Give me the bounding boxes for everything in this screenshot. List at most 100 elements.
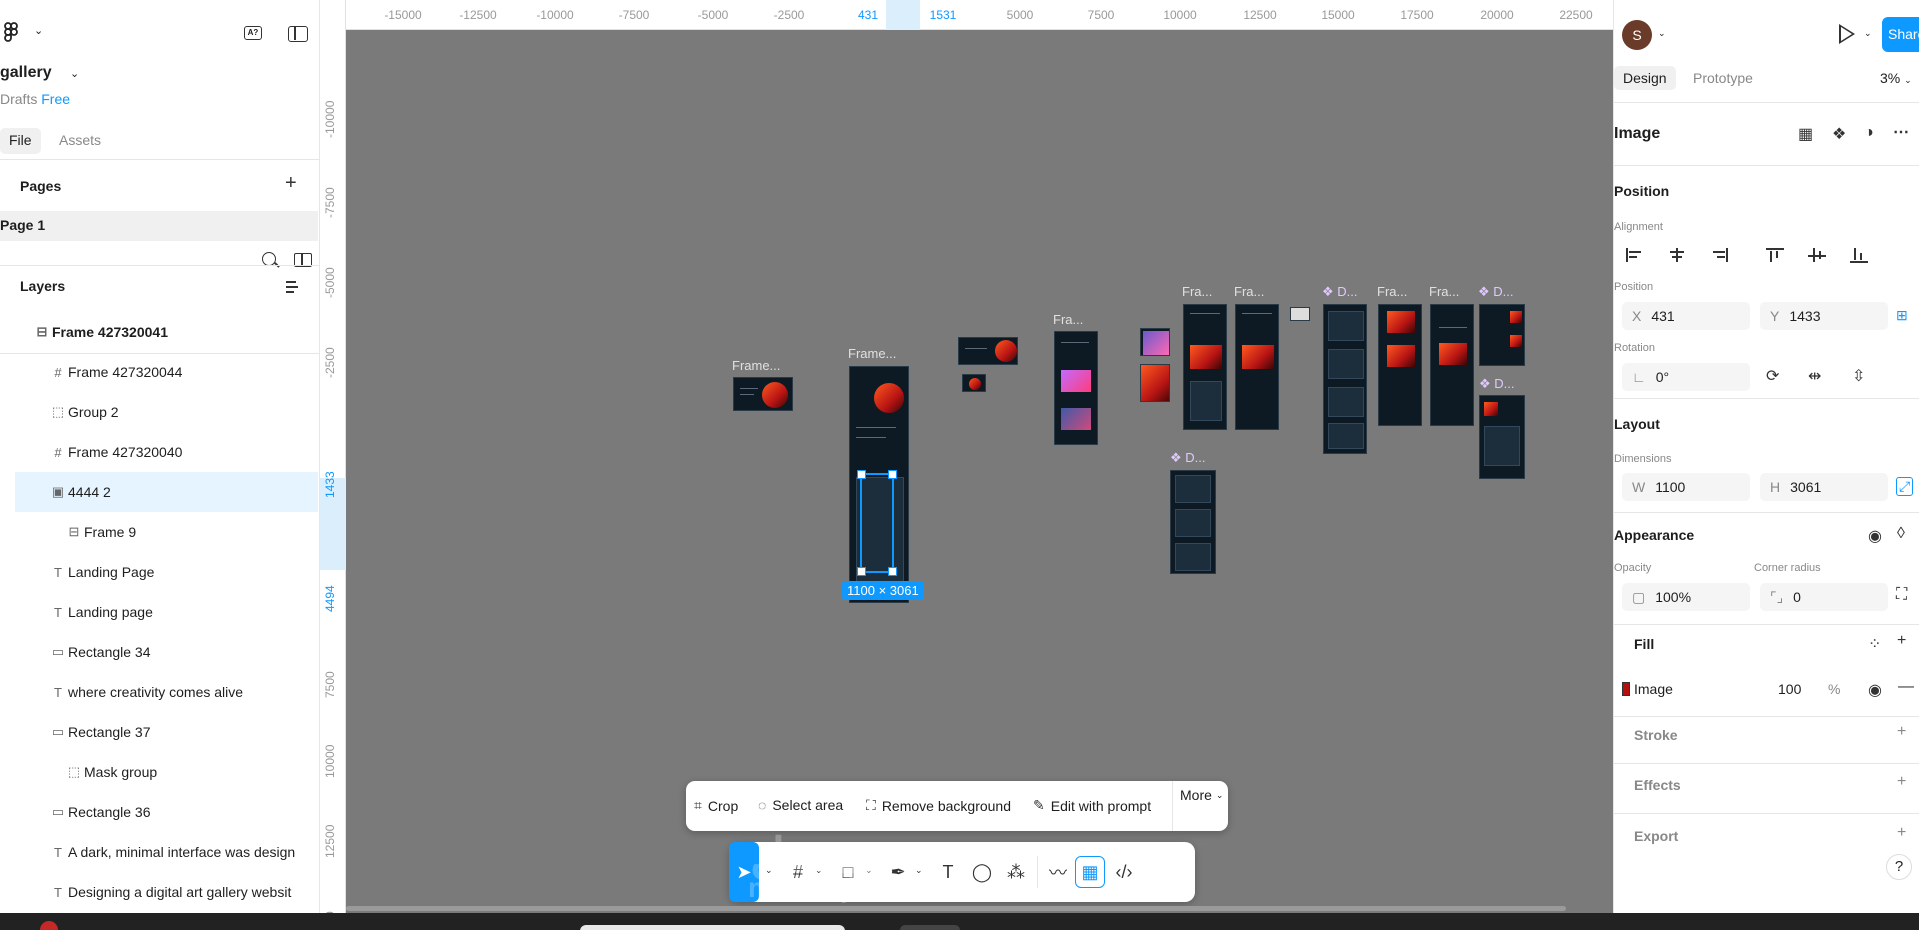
resize-handle[interactable] (857, 470, 866, 479)
grid-icon[interactable]: ▦ (1798, 124, 1813, 144)
avatar[interactable]: S (1622, 20, 1652, 50)
frame-thumbnail[interactable] (1323, 304, 1367, 454)
corner-radius-field[interactable]: ⌜⌟ 0 (1760, 583, 1888, 611)
page-item[interactable]: Page 1 (0, 211, 318, 241)
opacity-field[interactable]: ▢ 100% (1622, 583, 1750, 611)
layer-item[interactable]: T Landing Page (0, 552, 318, 592)
add-effect-icon[interactable]: + (1897, 773, 1906, 791)
frame-thumbnail[interactable] (1183, 304, 1227, 430)
chevron-down-icon[interactable]: ⌄ (815, 865, 823, 876)
plan-badge[interactable]: Free (41, 91, 70, 107)
zoom-level[interactable]: 3% ⌄ (1880, 70, 1912, 86)
rotate-icon[interactable]: ⟳ (1766, 366, 1779, 386)
frame-thumbnail[interactable] (1235, 304, 1279, 430)
layer-item[interactable]: # Frame 427320044 (0, 352, 318, 392)
figma-logo-icon[interactable] (4, 22, 20, 49)
horizontal-scrollbar[interactable] (346, 906, 1566, 911)
actions-tool-icon[interactable]: ⁂ (1001, 856, 1031, 888)
taskbar-item[interactable] (580, 925, 845, 930)
flip-vertical-icon[interactable]: ⇳ (1852, 366, 1865, 386)
layer-item[interactable]: Twhere creativity comes alive (0, 672, 318, 712)
fill-visibility-eye-icon[interactable]: ◉ (1868, 680, 1882, 700)
frame-thumbnail[interactable] (1140, 364, 1170, 402)
frame-thumbnail[interactable] (1170, 470, 1216, 574)
align-left-icon[interactable] (1620, 240, 1650, 270)
frame-label[interactable]: Fra... (1234, 284, 1264, 299)
tab-prototype[interactable]: Prototype (1684, 66, 1762, 90)
chevron-down-icon[interactable]: ⌄ (1658, 28, 1666, 39)
frame-thumbnail[interactable] (733, 377, 793, 411)
align-right-icon[interactable] (1704, 240, 1734, 270)
height-field[interactable]: H 3061 (1760, 473, 1888, 501)
chevron-down-icon[interactable]: ⌄ (765, 865, 773, 876)
fill-opacity[interactable]: 100 (1778, 681, 1801, 697)
visibility-eye-icon[interactable]: ◉ (1868, 526, 1882, 546)
layer-item[interactable]: ⬚ Group 2 (0, 392, 318, 432)
fill-type[interactable]: Image (1634, 681, 1673, 697)
comment-tool-icon[interactable]: ◯ (967, 856, 997, 888)
frame-thumbnail[interactable] (1479, 395, 1525, 479)
selection-box[interactable] (857, 470, 897, 576)
export-title[interactable]: Export (1634, 828, 1678, 844)
design-mode-icon[interactable]: ▦ (1075, 856, 1105, 888)
stroke-title[interactable]: Stroke (1634, 727, 1678, 743)
pen-tool-icon[interactable]: ✒ (883, 856, 913, 888)
frame-label[interactable]: Fra... (1053, 312, 1083, 327)
canvas-area[interactable]: -15000 -12500 -10000 -7500 -5000 -2500 431 1531… (320, 0, 1613, 913)
blend-mode-icon[interactable]: ◊ (1897, 525, 1905, 543)
app-icon[interactable] (40, 921, 58, 930)
add-fill-icon[interactable]: + (1897, 632, 1906, 650)
resize-handle[interactable] (857, 567, 866, 576)
more-options-icon[interactable]: ⋯ (1893, 122, 1909, 142)
add-export-icon[interactable]: + (1897, 824, 1906, 842)
layer-item[interactable]: T Landing page (0, 592, 318, 632)
layer-item[interactable]: ⊟ Frame 9 (0, 512, 318, 552)
tab-assets[interactable]: Assets (50, 128, 110, 154)
search-icon[interactable] (262, 252, 276, 266)
layer-item[interactable]: ▣ 4444 2 (15, 472, 318, 512)
rotation-field[interactable]: ∟ 0° (1622, 363, 1750, 391)
dev-mode-icon[interactable]: ‹/› (1109, 856, 1139, 888)
crop-button[interactable]: ⌗ Crop (694, 797, 738, 814)
file-menu-chevron-icon[interactable]: ⌄ (70, 67, 79, 80)
frame-thumbnail[interactable] (1054, 331, 1098, 445)
frame-thumbnail[interactable] (958, 337, 1018, 365)
layer-item[interactable]: ⊟ Frame 427320041 (0, 312, 318, 352)
drafts-label[interactable]: Drafts (0, 91, 37, 107)
tab-design[interactable]: Design (1614, 66, 1676, 90)
layers-options-icon[interactable] (286, 281, 302, 295)
component-label[interactable]: ❖ D... (1479, 376, 1515, 392)
text-tool-icon[interactable]: T (933, 856, 963, 888)
layer-item[interactable]: # Frame 427320040 (0, 432, 318, 472)
tab-file[interactable]: File (0, 128, 41, 154)
styles-grid-icon[interactable]: ⁘ (1868, 634, 1881, 654)
frame-thumbnail[interactable] (1290, 307, 1310, 321)
draw-tool-icon[interactable]: 〰 (1043, 856, 1073, 888)
frame-label[interactable]: Fra... (1182, 284, 1212, 299)
layer-item[interactable]: ▭ Rectangle 34 (0, 632, 318, 672)
frame-label[interactable]: Fra... (1429, 284, 1459, 299)
resize-handle[interactable] (888, 567, 897, 576)
chevron-down-icon[interactable]: ⌄ (1864, 28, 1872, 39)
chevron-down-icon[interactable]: ⌄ (865, 865, 873, 876)
help-button[interactable]: ? (1886, 854, 1912, 880)
align-center-horizontal-icon[interactable] (1662, 240, 1692, 270)
layer-item[interactable]: T A dark, minimal interface was design (0, 832, 318, 872)
add-stroke-icon[interactable]: + (1897, 723, 1906, 741)
toggle-sidebar-icon[interactable] (288, 26, 308, 42)
fill-swatch[interactable] (1622, 682, 1630, 696)
share-button[interactable]: Share (1882, 17, 1919, 52)
align-top-icon[interactable] (1760, 240, 1790, 270)
frame-label[interactable]: Frame... (848, 346, 896, 361)
more-button[interactable]: More ⌄ (1180, 787, 1223, 803)
chevron-down-icon[interactable]: ⌄ (915, 865, 923, 876)
frame-tool-icon[interactable]: # (783, 856, 813, 888)
canvas[interactable]: Frame... Frame... Fra... Fra... Fra... ❖… (346, 30, 1613, 913)
layer-item[interactable]: ▭ Rectangle 37 (0, 712, 318, 752)
layer-item[interactable]: ▭ Rectangle 36 (0, 792, 318, 832)
x-position-field[interactable]: X 431 (1622, 302, 1750, 330)
add-page-icon[interactable]: + (285, 172, 297, 195)
present-play-icon[interactable] (1839, 24, 1855, 44)
edit-with-prompt-button[interactable]: ✎ Edit with prompt (1033, 797, 1151, 814)
constraints-icon[interactable]: ⊞ (1896, 307, 1908, 324)
